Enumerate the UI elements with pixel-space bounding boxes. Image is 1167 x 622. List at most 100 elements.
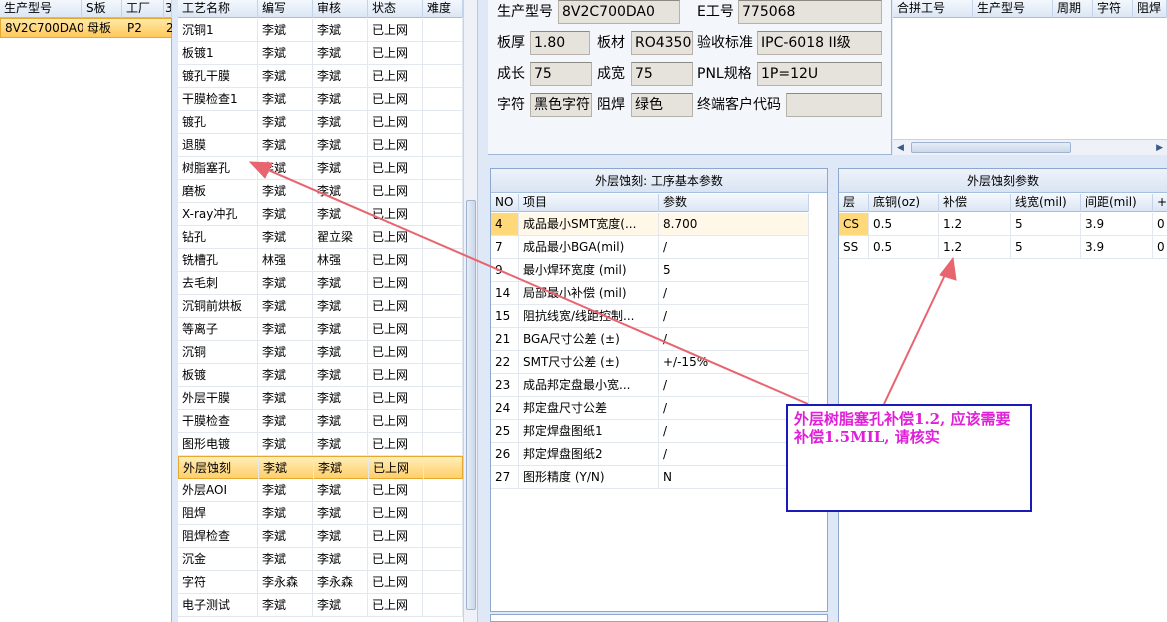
- col-header-spacing[interactable]: 间距(mil): [1081, 194, 1153, 212]
- col-header-sboard[interactable]: S板: [82, 0, 122, 18]
- param-row[interactable]: 27 图形精度 (Y/N) N: [491, 466, 809, 489]
- process-row[interactable]: 字符 李永森 李永森 已上网: [178, 571, 463, 594]
- process-reviewer: 李斌: [313, 272, 368, 294]
- process-row[interactable]: 干膜检查 李斌 李斌 已上网: [178, 410, 463, 433]
- col-header-compensation[interactable]: 补偿: [939, 194, 1011, 212]
- param-row[interactable]: 15 阻抗线宽/线距控制... /: [491, 305, 809, 328]
- process-row[interactable]: 图形电镀 李斌 李斌 已上网: [178, 433, 463, 456]
- order-row-selected[interactable]: 8V2C700DA0 母板 P2 2: [0, 18, 173, 38]
- col-header-more[interactable]: +: [1153, 194, 1167, 212]
- process-row[interactable]: 沉金 李斌 李斌 已上网: [178, 548, 463, 571]
- param-row[interactable]: 25 邦定焊盘图纸1/: [491, 420, 809, 443]
- mask-field[interactable]: 绿色: [631, 93, 693, 117]
- col-header-author[interactable]: 编写: [258, 0, 313, 18]
- thickness-field[interactable]: 1.80: [530, 31, 590, 55]
- col-header-reviewer[interactable]: 审核: [313, 0, 368, 18]
- param-row[interactable]: 14 局部最小补偿 (mil) /: [491, 282, 809, 305]
- param-row[interactable]: 24 邦定盘尺寸公差 /: [491, 397, 809, 420]
- process-row[interactable]: 铣槽孔 林强 林强 已上网: [178, 249, 463, 272]
- process-reviewer: 李斌: [313, 525, 368, 547]
- param-item: 邦定焊盘图纸2: [519, 443, 659, 465]
- width-field[interactable]: 75: [631, 62, 693, 86]
- param-row[interactable]: 22 SMT尺寸公差 (±) +/-15%: [491, 351, 809, 374]
- pnl-field[interactable]: 1P=12U: [757, 62, 882, 86]
- process-difficulty: [423, 88, 463, 110]
- process-row[interactable]: 镀孔干膜 李斌 李斌 已上网: [178, 65, 463, 88]
- process-row[interactable]: 电子测试 李斌 李斌 已上网: [178, 594, 463, 617]
- param-row[interactable]: 23 成品邦定盘最小宽... /: [491, 374, 809, 397]
- scroll-left-icon[interactable]: ◀: [897, 143, 904, 153]
- scroll-right-icon[interactable]: ▶: [1156, 143, 1163, 153]
- process-grid-scrollbar[interactable]: [463, 0, 477, 622]
- length-field[interactable]: 75: [530, 62, 592, 86]
- process-row[interactable]: 镀孔 李斌 李斌 已上网: [178, 111, 463, 134]
- param-row[interactable]: 9 最小焊环宽度 (mil) 5: [491, 259, 809, 282]
- process-row[interactable]: 阻焊检查 李斌 李斌 已上网: [178, 525, 463, 548]
- scrollbar-thumb[interactable]: [466, 200, 476, 610]
- process-row[interactable]: 板镀 李斌 李斌 已上网: [178, 364, 463, 387]
- order-sboard: 母板: [87, 21, 112, 35]
- etch-spacing: 3.9: [1081, 236, 1153, 258]
- process-author: 李斌: [258, 226, 313, 248]
- eno-field[interactable]: 775068: [738, 0, 882, 24]
- process-row[interactable]: 外层AOI 李斌 李斌 已上网: [178, 479, 463, 502]
- process-row[interactable]: 磨板 李斌 李斌 已上网: [178, 180, 463, 203]
- splitter[interactable]: [477, 0, 488, 622]
- standard-field[interactable]: IPC-6018 II级: [757, 31, 882, 55]
- col-header-line-width[interactable]: 线宽(mil): [1011, 194, 1081, 212]
- etch-row[interactable]: SS 0.5 1.2 5 3.9 0: [839, 236, 1167, 259]
- col-header-item[interactable]: 项目: [519, 194, 659, 212]
- col-header-extra[interactable]: 3: [164, 0, 172, 18]
- process-row[interactable]: 沉铜前烘板 李斌 李斌 已上网: [178, 295, 463, 318]
- panel-merge-hscrollbar[interactable]: ◀ ▶: [893, 139, 1167, 155]
- col-header-process[interactable]: 工艺名称: [178, 0, 258, 18]
- col-header-status[interactable]: 状态: [368, 0, 423, 18]
- process-row[interactable]: 钻孔 李斌 翟立梁 已上网: [178, 226, 463, 249]
- process-name: 字符: [178, 571, 258, 593]
- param-row[interactable]: 4 成品最小SMT宽度(... 8.700: [491, 213, 809, 236]
- process-row-selected[interactable]: 外层蚀刻 李斌 李斌 已上网: [178, 456, 463, 479]
- param-row[interactable]: 26 邦定焊盘图纸2/: [491, 443, 809, 466]
- etch-row[interactable]: CS 0.5 1.2 5 3.9 0: [839, 213, 1167, 236]
- col-header-merge-no[interactable]: 合拼工号: [893, 0, 973, 18]
- col-header-period[interactable]: 周期: [1053, 0, 1093, 18]
- scrollbar-thumb[interactable]: [911, 142, 1071, 153]
- param-row[interactable]: 21 BGA尺寸公差 (±) /: [491, 328, 809, 351]
- etch-more: 0: [1153, 213, 1167, 235]
- col-header-char[interactable]: 字符: [1093, 0, 1133, 18]
- process-author: 林强: [258, 249, 313, 271]
- process-row[interactable]: 板镀1 李斌 李斌 已上网: [178, 42, 463, 65]
- process-reviewer: 林强: [313, 249, 368, 271]
- process-status: 已上网: [368, 410, 423, 432]
- process-row[interactable]: 阻焊 李斌 李斌 已上网: [178, 502, 463, 525]
- process-row[interactable]: 去毛刺 李斌 李斌 已上网: [178, 272, 463, 295]
- param-no: 7: [491, 236, 519, 258]
- customer-field[interactable]: [786, 93, 882, 117]
- col-header-base-copper[interactable]: 底铜(oz): [869, 194, 939, 212]
- process-author: 李斌: [258, 341, 313, 363]
- param-row[interactable]: 7 成品最小BGA(mil) /: [491, 236, 809, 259]
- col-header-mask[interactable]: 阻焊: [1133, 0, 1167, 18]
- char-field[interactable]: 黑色字符: [530, 93, 592, 117]
- col-header-model[interactable]: 生产型号: [0, 0, 82, 18]
- process-row[interactable]: 等离子 李斌 李斌 已上网: [178, 318, 463, 341]
- process-reviewer: 李斌: [313, 479, 368, 501]
- col-header-layer[interactable]: 层: [839, 194, 869, 212]
- col-header-no[interactable]: NO: [491, 194, 519, 212]
- process-row[interactable]: X-ray冲孔 李斌 李斌 已上网: [178, 203, 463, 226]
- col-header-model[interactable]: 生产型号: [973, 0, 1053, 18]
- col-header-param[interactable]: 参数: [659, 194, 809, 212]
- process-row[interactable]: 外层干膜 李斌 李斌 已上网: [178, 387, 463, 410]
- col-header-factory[interactable]: 工厂: [122, 0, 164, 18]
- process-row[interactable]: 退膜 李斌 李斌 已上网: [178, 134, 463, 157]
- col-header-difficulty[interactable]: 难度: [423, 0, 463, 18]
- process-row[interactable]: 干膜检查1 李斌 李斌 已上网: [178, 88, 463, 111]
- process-author: 李斌: [258, 19, 313, 41]
- material-field[interactable]: RO4350B: [631, 31, 693, 55]
- param-item: 成品最小BGA(mil): [519, 236, 659, 258]
- process-row[interactable]: 树脂塞孔 李斌 李斌 已上网: [178, 157, 463, 180]
- model-field[interactable]: 8V2C700DA0: [558, 0, 680, 24]
- param-no: 14: [491, 282, 519, 304]
- process-row[interactable]: 沉铜 李斌 李斌 已上网: [178, 341, 463, 364]
- process-row[interactable]: 沉铜1 李斌 李斌 已上网: [178, 19, 463, 42]
